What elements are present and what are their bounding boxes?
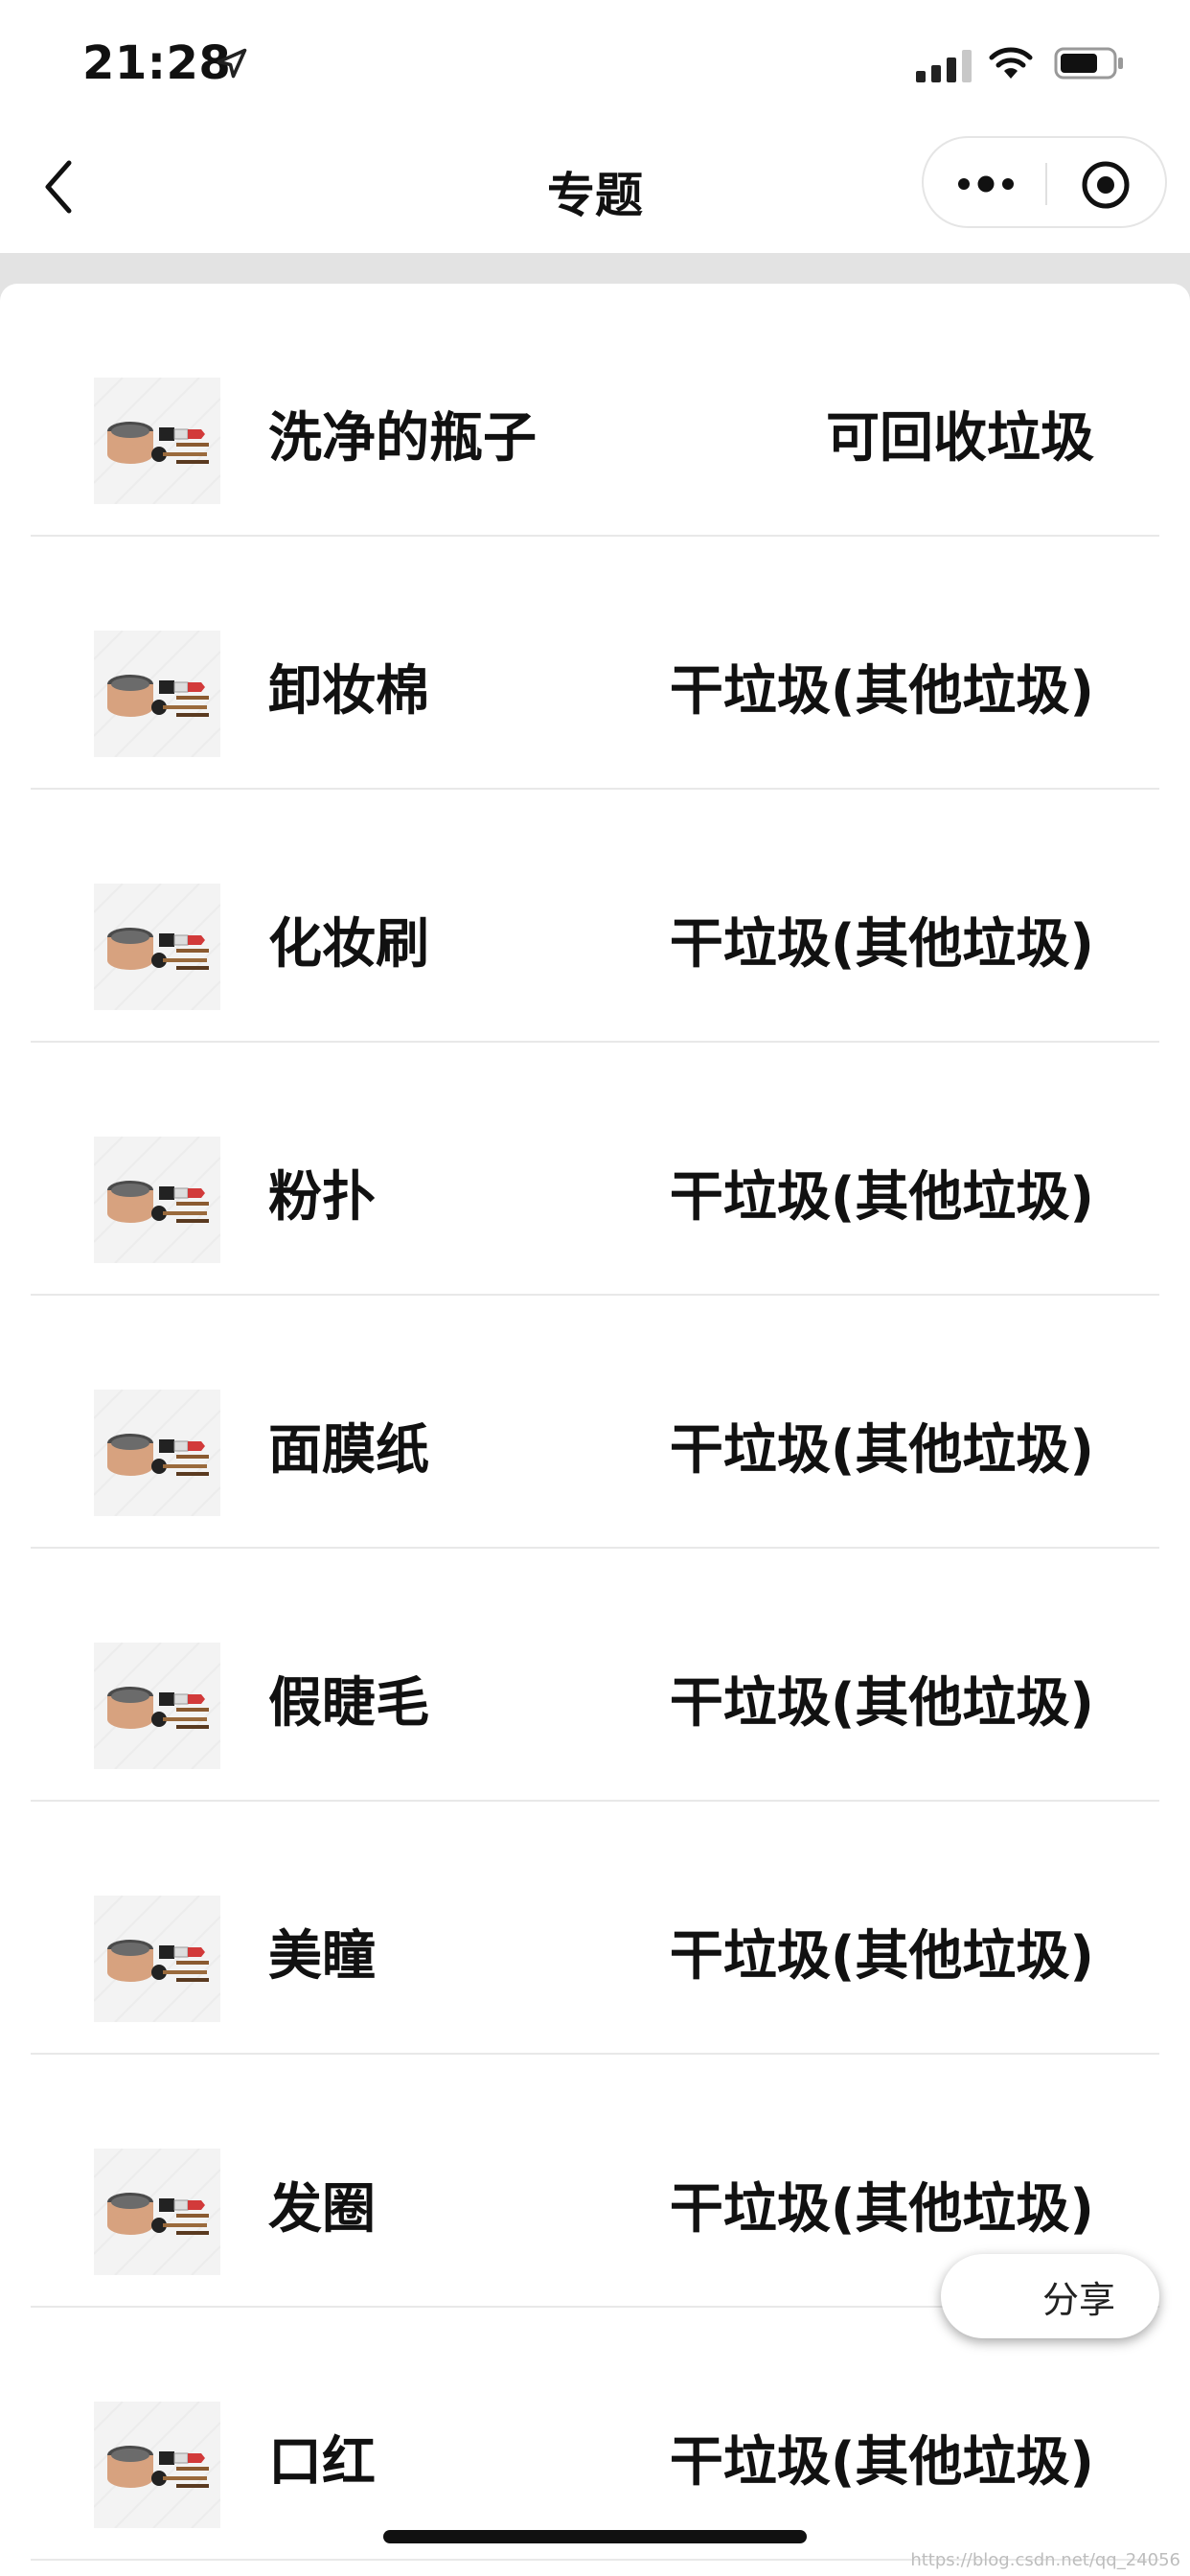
cosmetics-icon	[94, 1390, 220, 1516]
home-indicator	[383, 2530, 807, 2543]
nav-bar: 专题	[0, 126, 1190, 253]
item-name: 粉扑	[268, 1166, 376, 1229]
cosmetics-thumbnail	[94, 1390, 220, 1516]
more-options-icon[interactable]	[952, 167, 1019, 201]
item-category: 干垃圾(其他垃圾)	[669, 1925, 1094, 1988]
cosmetics-thumbnail	[94, 2149, 220, 2275]
location-arrow-icon	[217, 48, 247, 79]
item-list: 洗净的瓶子 可回收垃圾 卸妆棉 干垃圾(其他垃圾) 化妆刷 干垃圾(其他垃圾) …	[0, 284, 1190, 2561]
item-category: 干垃圾(其他垃圾)	[669, 2178, 1094, 2241]
cosmetics-icon	[94, 1137, 220, 1263]
list-item[interactable]: 卸妆棉 干垃圾(其他垃圾)	[0, 537, 1190, 790]
cosmetics-icon	[94, 631, 220, 757]
cosmetics-thumbnail	[94, 1643, 220, 1769]
cosmetics-icon	[94, 2402, 220, 2528]
miniprogram-capsule	[922, 136, 1167, 228]
item-name: 口红	[268, 2431, 376, 2494]
list-item[interactable]: 口红 干垃圾(其他垃圾)	[0, 2308, 1190, 2561]
cosmetics-thumbnail	[94, 378, 220, 504]
item-category: 干垃圾(其他垃圾)	[669, 1419, 1094, 1482]
item-category: 干垃圾(其他垃圾)	[669, 913, 1094, 976]
cosmetics-icon	[94, 378, 220, 504]
wifi-icon	[989, 47, 1033, 79]
list-item[interactable]: 美瞳 干垃圾(其他垃圾)	[0, 1802, 1190, 2055]
cosmetics-icon	[94, 2149, 220, 2275]
battery-icon	[1054, 47, 1123, 80]
item-name: 化妆刷	[268, 913, 429, 976]
item-name: 假睫毛	[268, 1672, 429, 1735]
item-category: 干垃圾(其他垃圾)	[669, 660, 1094, 723]
capsule-divider	[1045, 163, 1047, 205]
cosmetics-thumbnail	[94, 1896, 220, 2022]
item-name: 美瞳	[268, 1925, 376, 1988]
item-name: 洗净的瓶子	[268, 407, 537, 470]
cosmetics-icon	[94, 1643, 220, 1769]
list-item[interactable]: 粉扑 干垃圾(其他垃圾)	[0, 1043, 1190, 1296]
share-button[interactable]: 分享	[941, 2254, 1159, 2338]
item-category: 干垃圾(其他垃圾)	[669, 1166, 1094, 1229]
cosmetics-thumbnail	[94, 884, 220, 1010]
item-name: 卸妆棉	[268, 660, 429, 723]
cellular-signal-icon	[916, 48, 972, 82]
list-item[interactable]: 洗净的瓶子 可回收垃圾	[0, 284, 1190, 537]
content-card: 洗净的瓶子 可回收垃圾 卸妆棉 干垃圾(其他垃圾) 化妆刷 干垃圾(其他垃圾) …	[0, 284, 1190, 2576]
close-miniprogram-icon[interactable]	[1080, 159, 1132, 211]
item-category: 干垃圾(其他垃圾)	[669, 2431, 1094, 2494]
cosmetics-thumbnail	[94, 1137, 220, 1263]
list-item[interactable]: 面膜纸 干垃圾(其他垃圾)	[0, 1296, 1190, 1549]
status-bar: 21:28	[0, 0, 1190, 126]
cosmetics-thumbnail	[94, 2402, 220, 2528]
item-name: 发圈	[268, 2178, 376, 2241]
item-category: 干垃圾(其他垃圾)	[669, 1672, 1094, 1735]
cosmetics-thumbnail	[94, 631, 220, 757]
list-item[interactable]: 化妆刷 干垃圾(其他垃圾)	[0, 790, 1190, 1043]
cosmetics-icon	[94, 884, 220, 1010]
item-category: 可回收垃圾	[826, 407, 1094, 470]
list-item[interactable]: 假睫毛 干垃圾(其他垃圾)	[0, 1549, 1190, 1802]
cosmetics-icon	[94, 1896, 220, 2022]
status-time: 21:28	[82, 36, 232, 90]
item-name: 面膜纸	[268, 1419, 429, 1482]
watermark: https://blog.csdn.net/qq_24056	[910, 2550, 1180, 2570]
